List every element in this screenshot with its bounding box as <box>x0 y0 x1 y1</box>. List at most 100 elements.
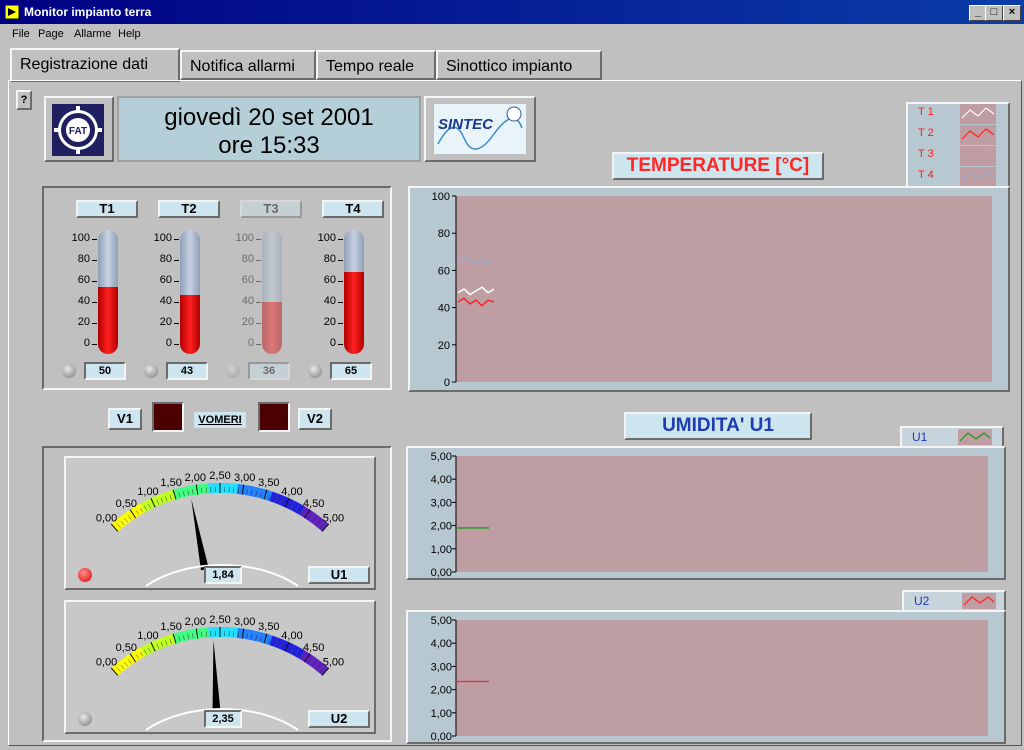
thermo-tick-label: 0 <box>247 337 254 349</box>
thermo-tick-label: 40 <box>241 295 254 307</box>
temp-y-tick-label: 60 <box>438 265 450 277</box>
gauge-needle <box>191 498 209 571</box>
menu-page[interactable]: Page <box>38 28 64 40</box>
humidity-title: UMIDITA' U1 <box>624 412 812 440</box>
thermo-tick <box>256 239 261 240</box>
humidity-y-tick-label: 4,00 <box>431 638 452 650</box>
thermometer-fill <box>344 272 364 354</box>
thermo-tick <box>256 344 261 345</box>
thermo-tick <box>338 344 343 345</box>
help-button[interactable]: ? <box>16 90 32 110</box>
gauge-led <box>78 712 92 726</box>
thermo-tick <box>174 239 179 240</box>
thermometer-label: T2 <box>158 200 220 218</box>
thermometer-t2: T2 100 80 60 40 20 0 43 <box>144 196 224 382</box>
temp-legend-swatch <box>960 146 996 166</box>
humidity-legend-swatch <box>962 593 996 609</box>
thermo-tick <box>92 323 97 324</box>
thermometer-tube <box>98 230 118 354</box>
humidity-legend-swatch <box>958 429 992 445</box>
gauge-scale-label: 5,00 <box>323 513 344 525</box>
close-button[interactable]: × <box>1003 5 1021 21</box>
humidity-legend-label: U1 <box>912 430 928 444</box>
thermometer-label: T3 <box>240 200 302 218</box>
thermometer-label: T1 <box>76 200 138 218</box>
humidity-y-tick-label: 2,00 <box>431 685 452 697</box>
thermo-tick-label: 0 <box>83 337 90 349</box>
thermometer-value: 65 <box>330 362 372 380</box>
thermo-tick-label: 40 <box>159 295 172 307</box>
thermo-tick <box>174 302 179 303</box>
maximize-button[interactable]: □ <box>985 5 1003 21</box>
valve-v2-indicator <box>258 402 290 432</box>
temp-y-tick-label: 20 <box>438 340 450 352</box>
gauge-scale-label: 1,50 <box>160 477 181 489</box>
temp-y-tick-label: 80 <box>438 228 450 240</box>
vomeri-label: VOMERI <box>194 412 246 428</box>
humidity-y-tick-label: 2,00 <box>431 521 452 533</box>
humidity-chart-u2: 5,00 4,00 3,00 2,00 1,00 0,00 <box>431 615 988 743</box>
thermo-tick <box>338 281 343 282</box>
window-title: Monitor impianto terra <box>24 5 152 19</box>
gauge-scale-label: 3,50 <box>258 621 279 633</box>
gauge-u1: 0,00 0,50 1,00 1,50 2,00 2,50 3,00 3,50 4,00 4,50… <box>64 456 376 590</box>
gauge-scale-label: 2,00 <box>185 616 206 628</box>
gauge-label: U2 <box>308 710 370 728</box>
thermo-tick-label: 80 <box>77 253 90 265</box>
gauge-scale-label: 0,50 <box>116 498 137 510</box>
thermo-tick-label: 20 <box>77 316 90 328</box>
svg-text:FAT: FAT <box>69 126 87 137</box>
gauge-scale-label: 4,00 <box>281 630 302 642</box>
gauge-u2: 0,00 0,50 1,00 1,50 2,00 2,50 3,00 3,50 4,00 4,50… <box>64 600 376 734</box>
thermometer-value: 43 <box>166 362 208 380</box>
temp-y-tick-label: 100 <box>432 191 450 203</box>
humidity-y-tick-label: 5,00 <box>431 451 452 463</box>
thermo-tick-label: 100 <box>235 232 254 244</box>
thermometer-led <box>62 364 76 378</box>
thermo-tick-label: 0 <box>165 337 172 349</box>
thermometer-label: T4 <box>322 200 384 218</box>
thermo-tick-label: 80 <box>323 253 336 265</box>
humidity-y-tick-label: 3,00 <box>431 661 452 673</box>
tab-sinottico-impianto[interactable]: Sinottico impianto <box>436 50 602 80</box>
temp-legend-swatch <box>960 125 996 145</box>
tab-notifica-allarmi[interactable]: Notifica allarmi <box>180 50 316 80</box>
temp-chart: 100 80 60 40 20 0 <box>432 191 992 389</box>
humidity-y-tick-label: 1,00 <box>431 708 452 720</box>
temp-legend-swatch <box>960 104 996 124</box>
thermo-tick-label: 60 <box>159 274 172 286</box>
temp-chart-title: TEMPERATURE [°C] <box>612 152 824 180</box>
gauge-scale-label: 5,00 <box>323 657 344 669</box>
thermo-tick <box>338 302 343 303</box>
gauge-scale-label: 1,00 <box>137 630 158 642</box>
temp-y-tick-label: 40 <box>438 303 450 315</box>
humidity-plot-area <box>456 456 988 572</box>
humidity-y-tick-label: 3,00 <box>431 497 452 509</box>
thermo-tick <box>338 323 343 324</box>
thermo-tick-label: 20 <box>323 316 336 328</box>
logo-left-frame: FAT <box>44 96 114 162</box>
menu-file[interactable]: File <box>12 28 30 40</box>
thermometer-led <box>308 364 322 378</box>
tab-tempo-reale[interactable]: Tempo reale <box>316 50 436 80</box>
datetime-panel: giovedì 20 set 2001 ore 15:33 <box>117 96 421 162</box>
thermo-tick <box>92 239 97 240</box>
gauge-scale-label: 4,50 <box>303 498 324 510</box>
gauge-needle <box>212 640 221 713</box>
time-display: ore 15:33 <box>218 132 320 159</box>
humidity-plot-area <box>456 620 988 736</box>
temp-plot-area <box>456 196 992 382</box>
thermo-tick <box>338 260 343 261</box>
temp-y-tick-label: 0 <box>444 377 450 389</box>
thermo-tick <box>174 260 179 261</box>
thermo-tick <box>256 323 261 324</box>
thermo-tick-label: 100 <box>71 232 90 244</box>
menu-allarme[interactable]: Allarme <box>74 28 111 40</box>
menu-help[interactable]: Help <box>118 28 141 40</box>
thermo-tick-label: 100 <box>153 232 172 244</box>
tab-registrazione-dati[interactable]: Registrazione dati <box>10 48 180 82</box>
thermo-tick <box>256 260 261 261</box>
humidity-y-tick-label: 0,00 <box>431 731 452 743</box>
thermometer-fill <box>98 287 118 354</box>
thermo-tick-label: 100 <box>317 232 336 244</box>
